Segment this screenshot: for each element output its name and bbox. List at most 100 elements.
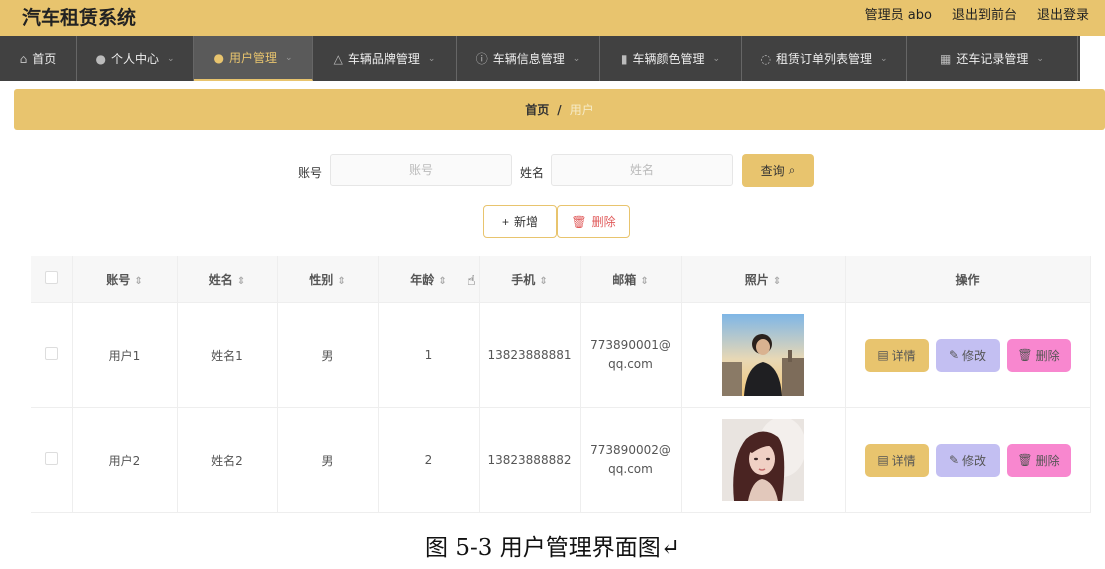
photo-man-sunset[interactable]	[722, 314, 804, 396]
hand-cursor-icon: ☝	[467, 273, 476, 289]
column-header-name[interactable]: 姓名 ⇕	[177, 256, 278, 303]
column-header-age[interactable]: 年龄 ⇕	[378, 256, 480, 303]
row-checkbox[interactable]	[44, 347, 58, 360]
column-header-account[interactable]: 账号 ⇕	[72, 256, 178, 303]
nav-item-personal-center[interactable]: ● 个人中心 ⌄	[77, 36, 194, 81]
edit-button[interactable]: ✎ 修改	[935, 338, 1000, 372]
delete-button[interactable]: 🗑 删除	[557, 205, 630, 238]
nav-item-color-management[interactable]: ▮ 车辆颜色管理 ⌄	[600, 36, 742, 81]
plus-icon: +	[501, 214, 509, 229]
cell-photo	[681, 302, 846, 408]
chevron-down-icon: ⌄	[284, 52, 293, 63]
search-button[interactable]: 查询 ⌕	[742, 154, 814, 187]
column-header-gender[interactable]: 性别 ⇕	[277, 256, 379, 303]
search-icon: ⌕	[788, 163, 796, 177]
nav-item-rental-order-management[interactable]: ◌ 租赁订单列表管理 ⌄	[742, 36, 907, 81]
nav-item-label: 租赁订单列表管理	[775, 52, 872, 66]
photo-woman-portrait[interactable]	[722, 419, 804, 501]
trash-icon: 🗑	[571, 214, 587, 229]
exit-to-front-link[interactable]: 退出到前台	[952, 4, 1017, 23]
user-icon: ●	[95, 51, 106, 66]
power-icon: ◌	[760, 51, 771, 66]
info-icon: ⓘ	[475, 52, 488, 66]
nav-item-home[interactable]: ⌂ 首页	[0, 36, 77, 81]
table-header-row: 账号 ⇕ 姓名 ⇕ 性别 ⇕ 年龄 ⇕ 手机 ⇕ 邮箱 ⇕ 照片 ⇕ 操作	[31, 256, 1091, 303]
sort-icon: ⇕	[134, 275, 143, 287]
edit-button[interactable]: ✎ 修改	[935, 443, 1000, 477]
cell-name: 姓名2	[177, 407, 278, 513]
row-checkbox[interactable]	[44, 452, 58, 465]
add-button[interactable]: + 新增	[483, 205, 557, 238]
row-delete-button[interactable]: 🗑 删除	[1006, 338, 1071, 372]
nav-item-user-management[interactable]: ● 用户管理 ⌄	[194, 36, 313, 81]
row-actions: ▤ 详情 ✎ 修改 🗑 删除	[847, 443, 1089, 477]
nav-item-label: 车辆信息管理	[492, 52, 565, 66]
chevron-down-icon: ⌄	[879, 53, 888, 64]
top-bar: 汽车租赁系统 管理员 abo 退出到前台 退出登录	[0, 0, 1105, 36]
select-all-checkbox[interactable]	[44, 271, 58, 284]
select-all-cell	[31, 256, 73, 303]
cell-age: 2	[378, 407, 480, 513]
search-button-label: 查询	[760, 164, 785, 178]
nav-item-label: 车辆颜色管理	[632, 52, 705, 66]
sort-icon: ⇕	[438, 275, 447, 287]
table-row: 用户1 姓名1 男 1 13823888881 773890001@qq.com	[31, 302, 1091, 408]
home-icon: ⌂	[19, 51, 28, 66]
account-search-input[interactable]	[330, 154, 512, 186]
column-header-actions: 操作	[845, 256, 1091, 303]
grid-icon: ▦	[940, 51, 952, 66]
cell-photo	[681, 407, 846, 513]
row-select-cell	[31, 407, 73, 513]
chevron-down-icon: ⌄	[166, 53, 175, 64]
column-header-phone[interactable]: 手机 ⇕	[479, 256, 581, 303]
cell-gender: 男	[277, 302, 379, 408]
row-select-cell	[31, 302, 73, 408]
cell-email: 773890001@qq.com	[580, 302, 682, 408]
nav-item-label: 车辆品牌管理	[347, 52, 420, 66]
nav-item-label: 个人中心	[110, 52, 159, 66]
column-header-email[interactable]: 邮箱 ⇕	[580, 256, 682, 303]
admin-user-link[interactable]: 管理员 abo	[865, 4, 932, 23]
cell-actions: ▤ 详情 ✎ 修改 🗑 删除	[845, 302, 1091, 408]
edit-icon: ✎	[948, 348, 960, 362]
row-delete-button[interactable]: 🗑 删除	[1006, 443, 1071, 477]
cell-gender: 男	[277, 407, 379, 513]
edit-icon: ✎	[948, 453, 960, 467]
search-form: 账号 姓名 查询 ⌕	[0, 154, 1105, 188]
trash-icon: 🗑	[1017, 348, 1033, 362]
breadcrumb-home[interactable]: 首页	[525, 101, 549, 118]
cell-account: 用户2	[72, 407, 178, 513]
chevron-down-icon: ⌄	[427, 53, 436, 64]
nav-item-label: 首页	[32, 52, 57, 66]
nav-item-label: 还车记录管理	[956, 52, 1029, 66]
detail-button[interactable]: ▤ 详情	[864, 443, 929, 477]
sort-icon: ⇕	[236, 275, 246, 287]
nav-item-return-record-management[interactable]: ▦ 还车记录管理 ⌄	[907, 36, 1078, 81]
detail-icon: ▤	[877, 348, 889, 362]
user-table: 账号 ⇕ 姓名 ⇕ 性别 ⇕ 年龄 ⇕ 手机 ⇕ 邮箱 ⇕ 照片 ⇕ 操作 用户1 姓名1 男…	[31, 256, 1091, 513]
breadcrumb-separator: /	[557, 102, 562, 117]
nav-item-label: 用户管理	[228, 51, 277, 65]
chevron-down-icon: ⌄	[572, 53, 581, 64]
cell-account: 用户1	[72, 302, 178, 408]
logout-link[interactable]: 退出登录	[1037, 4, 1089, 23]
sort-icon: ⇕	[337, 275, 346, 287]
nav-item-vehicle-info-management[interactable]: ⓘ 车辆信息管理 ⌄	[457, 36, 600, 81]
cell-actions: ▤ 详情 ✎ 修改 🗑 删除	[845, 407, 1091, 513]
bell-icon: △	[333, 51, 343, 66]
figure-caption: 图 5-3 用户管理界面图↵	[425, 535, 680, 561]
sort-icon: ⇕	[640, 275, 649, 287]
cell-phone: 13823888881	[479, 302, 581, 408]
nav-item-brand-management[interactable]: △ 车辆品牌管理 ⌄	[313, 36, 457, 81]
chevron-down-icon: ⌄	[1036, 53, 1044, 64]
table-row: 用户2 姓名2 男 2 13823888882 773890002@qq.com	[31, 407, 1091, 513]
column-header-photo[interactable]: 照片 ⇕	[681, 256, 846, 303]
name-search-input[interactable]	[551, 154, 733, 186]
cell-email: 773890002@qq.com	[580, 407, 682, 513]
cell-age: 1	[378, 302, 480, 408]
user-icon: ●	[213, 50, 224, 65]
detail-button[interactable]: ▤ 详情	[864, 338, 929, 372]
breadcrumb-current: 用户	[569, 103, 594, 117]
delete-button-label: 删除	[591, 215, 616, 229]
top-links: 管理员 abo 退出到前台 退出登录	[865, 4, 1089, 23]
